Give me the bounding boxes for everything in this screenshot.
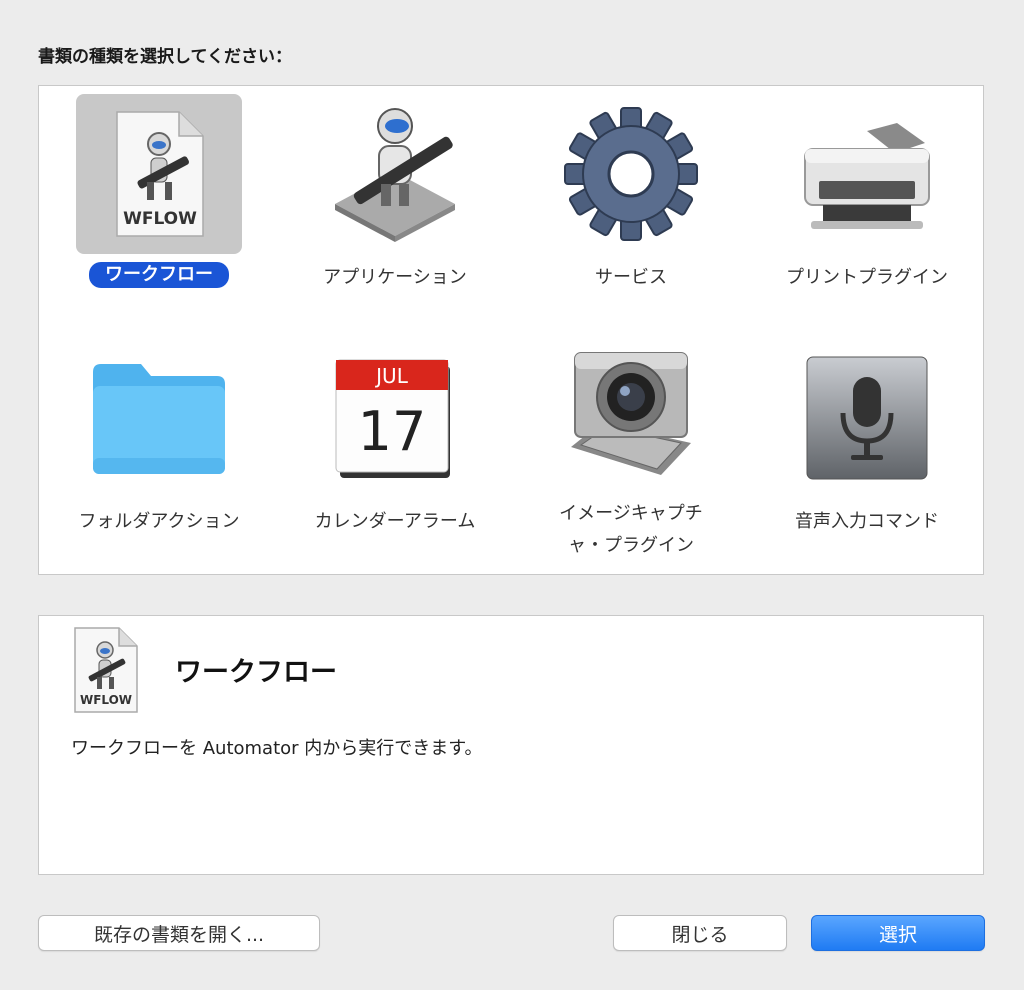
- type-label: サービス: [595, 267, 667, 288]
- desc-icon-label: WFLOW: [80, 693, 132, 707]
- type-label: ワークフロー: [89, 262, 229, 288]
- type-service[interactable]: サービス: [513, 88, 749, 318]
- type-label: 音声入力コマンド: [795, 511, 939, 532]
- choose-button[interactable]: 選択: [811, 915, 985, 951]
- workflow-doc-label: WFLOW: [123, 209, 197, 229]
- folder-icon: [76, 338, 242, 498]
- type-dictation-command[interactable]: 音声入力コマンド: [749, 332, 985, 562]
- calendar-day: 17: [358, 400, 427, 463]
- type-label: カレンダーアラーム: [314, 511, 476, 532]
- close-button[interactable]: 閉じる: [613, 915, 787, 951]
- type-label: イメージキャプチ ャ・プラグイン: [543, 498, 719, 562]
- description-panel: WFLOW ワークフロー ワークフローを Automator 内から実行できます…: [38, 615, 984, 875]
- document-type-grid: WFLOW ワークフロー アプリケーション サービス プリントプラグイン フォル…: [38, 85, 984, 575]
- description-title: ワークフロー: [175, 657, 337, 688]
- dialog-heading: 書類の種類を選択してください：: [38, 47, 292, 67]
- type-label-line2: ャ・プラグイン: [567, 535, 694, 556]
- printer-icon: [784, 94, 950, 254]
- type-folder-action[interactable]: フォルダアクション: [41, 332, 277, 562]
- type-image-capture-plugin[interactable]: イメージキャプチ ャ・プラグイン: [513, 332, 749, 562]
- description-text: ワークフローを Automator 内から実行できます。: [71, 738, 483, 759]
- gear-icon: [548, 94, 714, 254]
- type-print-plugin[interactable]: プリントプラグイン: [749, 88, 985, 318]
- microphone-icon: [784, 338, 950, 498]
- type-label-line1: イメージキャプチ: [559, 503, 703, 524]
- type-workflow[interactable]: WFLOW ワークフロー: [41, 88, 277, 318]
- type-application[interactable]: アプリケーション: [277, 88, 513, 318]
- type-calendar-alarm[interactable]: JUL 17 カレンダーアラーム: [277, 332, 513, 562]
- workflow-document-icon: WFLOW: [69, 624, 143, 720]
- automator-robot-icon: [312, 94, 478, 254]
- type-label: アプリケーション: [323, 267, 467, 288]
- calendar-month: JUL: [374, 364, 409, 388]
- workflow-document-icon: WFLOW: [76, 94, 242, 254]
- type-label: プリントプラグイン: [786, 267, 948, 288]
- type-label: フォルダアクション: [78, 511, 240, 532]
- open-existing-document-button[interactable]: 既存の書類を開く...: [38, 915, 320, 951]
- camera-icon: [548, 338, 714, 490]
- calendar-icon: JUL 17: [312, 338, 478, 498]
